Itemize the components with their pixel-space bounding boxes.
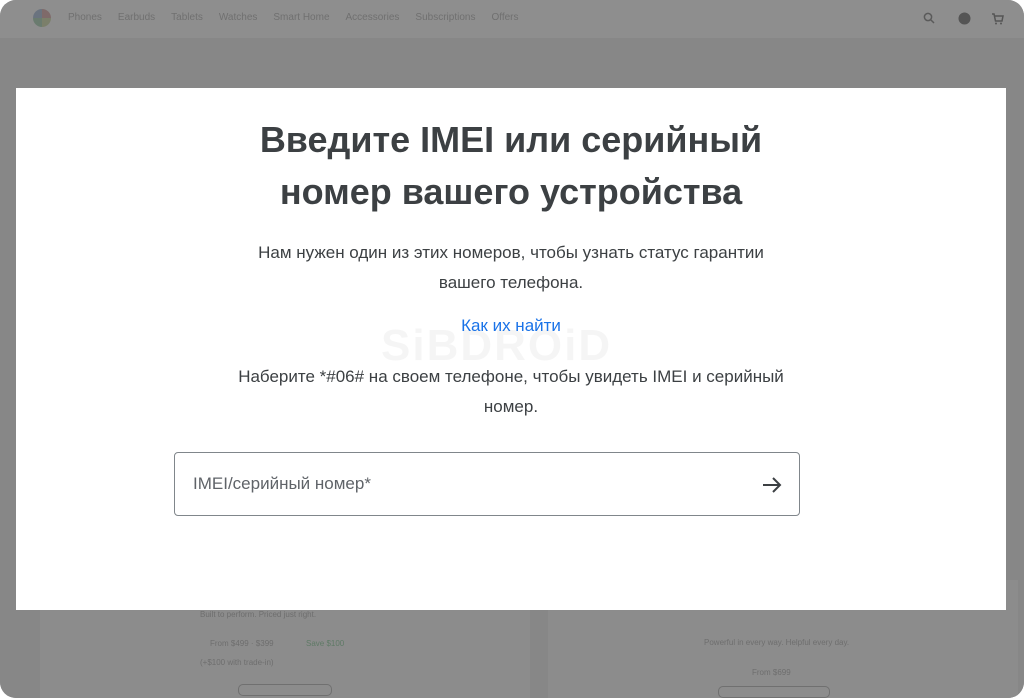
app-frame: Phones Earbuds Tablets Watches Smart Hom… bbox=[0, 0, 1024, 698]
search-icon bbox=[922, 11, 936, 25]
nav-item-tablets: Tablets bbox=[171, 12, 203, 23]
dialog-hint: Наберите *#06# на своем телефоне, чтобы … bbox=[16, 362, 1006, 422]
right-card-price: From $699 bbox=[752, 668, 791, 677]
nav-item-watches: Watches bbox=[218, 12, 258, 23]
how-to-find-link[interactable]: Как их найти bbox=[16, 314, 1006, 338]
left-card-button bbox=[238, 684, 332, 696]
account-icon bbox=[957, 11, 971, 25]
dialog-title: Введите IMEI или серийный номер вашего у… bbox=[16, 114, 1006, 218]
dialog-hint-line-2: номер. bbox=[483, 397, 539, 416]
left-card-tagline: Built to perform. Priced just right. bbox=[200, 610, 317, 619]
arrow-right-icon[interactable] bbox=[759, 472, 785, 498]
dialog-description-line-2: вашего телефона. bbox=[438, 273, 584, 292]
imei-dialog: SiBDROiD Введите IMEI или серийный номер… bbox=[16, 88, 1006, 610]
left-card-save: Save $100 bbox=[306, 639, 345, 648]
store-nav: Phones Earbuds Tablets Watches Smart Hom… bbox=[0, 0, 1024, 38]
left-card-note: (+$100 with trade-in) bbox=[200, 658, 274, 667]
dialog-title-line-2: номер вашего устройства bbox=[279, 171, 743, 212]
imei-field[interactable] bbox=[174, 452, 800, 516]
nav-item-earbuds: Earbuds bbox=[117, 12, 156, 23]
dialog-hint-line-1: Наберите *#06# на своем телефоне, чтобы … bbox=[238, 367, 784, 386]
nav-item-smart-home: Smart Home bbox=[273, 12, 330, 23]
nav-item-accessories: Accessories bbox=[345, 12, 400, 23]
nav-item-offers: Offers bbox=[491, 12, 519, 23]
nav-item-phones: Phones bbox=[68, 12, 102, 23]
right-card-tagline: Powerful in every way. Helpful every day… bbox=[704, 638, 850, 647]
left-card-price: From $499 · $399 bbox=[210, 639, 274, 648]
imei-input[interactable] bbox=[176, 454, 753, 514]
dialog-description: Нам нужен один из этих номеров, чтобы уз… bbox=[16, 238, 1006, 298]
dialog-description-line-1: Нам нужен один из этих номеров, чтобы уз… bbox=[258, 243, 764, 262]
google-logo-icon bbox=[33, 9, 51, 27]
right-card-button bbox=[718, 686, 830, 698]
nav-item-subscriptions: Subscriptions bbox=[415, 12, 476, 23]
nav-items: Phones Earbuds Tablets Watches Smart Hom… bbox=[68, 12, 519, 23]
cart-icon bbox=[990, 11, 1004, 25]
dialog-title-line-1: Введите IMEI или серийный bbox=[259, 119, 763, 160]
